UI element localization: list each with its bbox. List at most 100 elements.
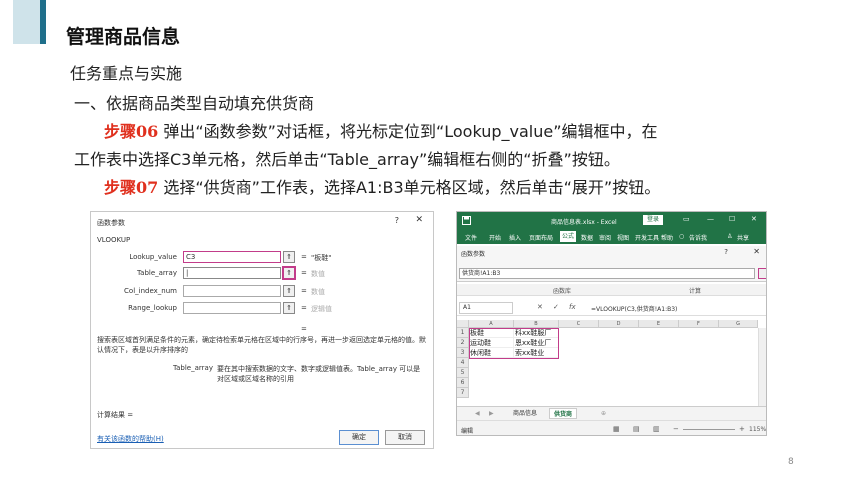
tab-data[interactable]: 数据	[581, 233, 593, 242]
cancel-icon[interactable]: ✕	[537, 303, 543, 311]
arg-result: 数值	[311, 270, 325, 278]
share-button[interactable]: 共享	[737, 233, 749, 242]
column-header[interactable]: F	[679, 320, 719, 328]
zoom-slider[interactable]	[683, 429, 735, 430]
tab-formulas[interactable]: 公式	[560, 231, 577, 242]
step07-paragraph: 步骤07 选择“供货商”工作表，选择A1:B3单元格区域，然后单击“展开”按钮。	[104, 174, 660, 198]
enter-icon[interactable]: ✓	[553, 303, 559, 311]
zoom-level[interactable]: 115%	[749, 426, 766, 433]
select-all-corner[interactable]	[457, 320, 469, 328]
tab-review[interactable]: 审阅	[599, 233, 611, 242]
collapse-button-icon[interactable]: ⇑	[283, 251, 295, 263]
dialog-title: 函数参数	[97, 219, 125, 227]
arg-label: Col_index_num	[124, 287, 177, 295]
selected-range	[469, 328, 559, 359]
range-lookup-input[interactable]	[183, 302, 281, 314]
scroll-right-icon[interactable]: ▶	[485, 408, 498, 419]
spreadsheet-grid: A B C D E F G 1 2 3 4 5 6 7 板鞋 科xx鞋服厂 运动…	[457, 320, 766, 406]
row-header[interactable]: 7	[457, 388, 469, 398]
page-layout-view-icon[interactable]: ▤	[633, 425, 640, 433]
ribbon-display-icon[interactable]: ▭	[683, 215, 690, 223]
normal-view-icon[interactable]: ▦	[613, 425, 620, 433]
arg-help-name: Table_array	[173, 364, 213, 372]
close-icon[interactable]: ✕	[753, 247, 760, 256]
login-button[interactable]: 登录	[643, 215, 663, 225]
tab-file[interactable]: 文件	[465, 233, 477, 242]
collapse-button-icon[interactable]: ⇑	[283, 302, 295, 314]
column-header[interactable]: C	[559, 320, 599, 328]
equals-sign: =	[301, 253, 307, 261]
row-header[interactable]: 6	[457, 378, 469, 388]
save-icon[interactable]	[462, 216, 471, 225]
insert-function-icon[interactable]: fx	[569, 303, 576, 311]
arg-result: 数值	[311, 288, 325, 296]
excel-window: 商品信息表.xlsx - Excel 登录 ▭ — ☐ ✕ 文件 开始 插入 页…	[456, 211, 767, 436]
step06-paragraph: 步骤06 弹出“函数参数”对话框，将光标定位到“Lookup_value”编辑框…	[104, 118, 658, 142]
maximize-icon[interactable]: ☐	[729, 215, 735, 223]
status-bar: 编辑 ▦ ▤ ▥ − + 115%	[457, 420, 766, 435]
formula-text[interactable]: =VLOOKUP(C3,供货商!A1:B3)	[591, 304, 677, 313]
collapse-button-icon[interactable]: ⇑	[283, 267, 295, 279]
zoom-out-icon[interactable]: −	[673, 425, 679, 433]
accent-bar-dark	[40, 0, 46, 44]
function-arguments-dialog: 函数参数 ? ✕ VLOOKUP Lookup_value C3 ⇑ = "板鞋…	[90, 211, 434, 449]
col-index-num-input[interactable]	[183, 285, 281, 297]
cancel-button[interactable]: 取消	[385, 430, 425, 445]
accent-bar-light	[13, 0, 41, 44]
sheet-tab-suppliers[interactable]: 供货商	[549, 408, 578, 419]
column-header[interactable]: G	[719, 320, 758, 328]
equals-sign: =	[301, 269, 307, 277]
arg-help-text: 要在其中搜索数据的文字、数字或逻辑值表。Table_array 可以是对区域或区…	[217, 365, 421, 383]
function-description: 搜索表区域首列满足条件的元素，确定待检索单元格在区域中的行序号，再进一步返回选定…	[97, 336, 426, 354]
vertical-scrollbar[interactable]	[758, 328, 766, 406]
column-header[interactable]: D	[599, 320, 639, 328]
help-icon[interactable]: ?	[724, 248, 728, 256]
arg-result: 逻辑值	[311, 305, 332, 313]
page-break-view-icon[interactable]: ▥	[653, 425, 660, 433]
help-icon[interactable]: ?	[395, 216, 399, 225]
close-icon[interactable]: ✕	[415, 215, 423, 225]
ok-button[interactable]: 确定	[339, 430, 379, 445]
tab-view[interactable]: 视图	[617, 233, 629, 242]
arg-label: Range_lookup	[128, 304, 177, 312]
mini-dialog-title: 函数参数	[461, 251, 486, 258]
tab-insert[interactable]: 插入	[509, 233, 521, 242]
sheet-tab-products[interactable]: 商品信息	[509, 408, 541, 419]
arg-result: "板鞋"	[311, 254, 332, 262]
function-name: VLOOKUP	[97, 236, 131, 244]
ribbon-group-labels: 函数库 计算	[457, 284, 766, 296]
name-box[interactable]: A1	[459, 302, 513, 314]
row-header[interactable]: 3	[457, 348, 469, 358]
tab-developer[interactable]: 开发工具	[635, 233, 659, 242]
ribbon-tabs: 文件 开始 插入 页面布局 公式 数据 审阅 视图 开发工具 帮助 ○ 告诉我 …	[457, 229, 766, 244]
step07-label: 步骤07	[104, 178, 159, 197]
tab-home[interactable]: 开始	[489, 233, 501, 242]
zoom-in-icon[interactable]: +	[739, 425, 745, 433]
tab-page-layout[interactable]: 页面布局	[529, 233, 553, 242]
row-header[interactable]: 2	[457, 338, 469, 348]
tab-help[interactable]: 帮助	[661, 233, 673, 242]
step06-label: 步骤06	[104, 122, 159, 141]
collapse-button-icon[interactable]: ⇑	[283, 285, 295, 297]
arg-row-col-index-num: Col_index_num ⇑ = 数值	[91, 285, 435, 297]
add-sheet-icon[interactable]: ⊕	[597, 408, 610, 419]
row-header[interactable]: 1	[457, 328, 469, 338]
column-header[interactable]: A	[469, 320, 514, 328]
tell-me-search[interactable]: 告诉我	[689, 233, 707, 242]
row-header[interactable]: 5	[457, 368, 469, 378]
row-header[interactable]: 4	[457, 358, 469, 368]
column-header[interactable]: B	[514, 320, 559, 328]
column-header[interactable]: E	[639, 320, 679, 328]
result-label: 计算结果 =	[97, 411, 134, 419]
function-help-link[interactable]: 有关该函数的帮助(H)	[97, 434, 164, 444]
range-reference-input[interactable]: 供货商!A1:B3	[459, 268, 755, 279]
step06-text: 弹出“函数参数”对话框，将光标定位到“Lookup_value”编辑框中，在	[158, 122, 658, 141]
step06-paragraph-cont: 工作表中选择C3单元格，然后单击“Table_array”编辑框右侧的“折叠”按…	[74, 150, 620, 169]
equals-sign: =	[301, 304, 307, 312]
scroll-left-icon[interactable]: ◀	[471, 408, 484, 419]
expand-button-icon[interactable]	[758, 268, 766, 279]
lookup-value-input[interactable]: C3	[183, 251, 281, 263]
close-icon[interactable]: ✕	[751, 215, 757, 223]
table-array-input[interactable]: |	[183, 267, 281, 279]
minimize-icon[interactable]: —	[707, 215, 714, 223]
